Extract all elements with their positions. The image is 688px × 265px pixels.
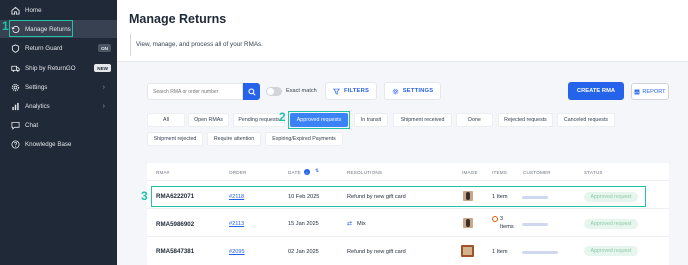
table-row-rma[interactable]: RMA5986902 (156, 221, 194, 228)
chevron-right-icon: › (102, 83, 105, 91)
new-badge: NEW (94, 64, 111, 72)
table-row-resolution: Refund by new gift card (347, 249, 406, 255)
col-header-rma[interactable]: RMA# (156, 170, 170, 175)
table-row-date: 02 Jan 2025 (288, 249, 319, 255)
table-row-items: 1 Item (492, 249, 508, 255)
create-rma-button[interactable]: CREATE RMA (568, 82, 624, 100)
col-header-customer: CUSTOMER (523, 170, 551, 175)
report-label: REPORT (642, 88, 666, 95)
tab-in-transit[interactable]: In transit (354, 113, 388, 127)
page-title: Manage Returns (129, 12, 227, 26)
sidebar-item-label: Return Guard (25, 44, 63, 52)
sidebar-item-ship-by-returngo[interactable]: Ship by ReturnGO NEW (0, 59, 117, 77)
sidebar-item-label: Ship by ReturnGO (25, 64, 76, 72)
sidebar-item-label: Settings (25, 83, 48, 91)
table-row-resolution: Mix (357, 221, 366, 227)
step-marker-1: 1 (2, 19, 9, 33)
settings-button[interactable]: SETTINGS (384, 82, 441, 100)
customer-name-redacted (522, 223, 548, 226)
settings-label: SETTINGS (402, 88, 434, 94)
tab-done[interactable]: Done (456, 113, 493, 127)
product-image (461, 245, 474, 257)
table-row-order-link[interactable]: #2095 (229, 249, 245, 255)
table-row-rma[interactable]: RMA5847381 (156, 248, 194, 255)
gear-icon (11, 83, 20, 92)
filter-icon (332, 88, 340, 95)
status-badge: Approved request (584, 246, 638, 256)
sidebar: Home Manage Returns Return Guard ON Ship… (0, 0, 117, 265)
sidebar-item-return-guard[interactable]: Return Guard ON (0, 39, 117, 57)
step-marker-2: 2 (279, 110, 286, 124)
report-button[interactable]: REPORT (631, 83, 669, 100)
customer-name-redacted (522, 251, 558, 254)
col-header-image: IMAGE (462, 170, 478, 175)
sidebar-item-label: Home (25, 6, 42, 14)
highlight-approved-tab (288, 111, 350, 129)
table-row-items-count: 3 (500, 216, 504, 222)
sidebar-item-label: Analytics (25, 102, 50, 110)
row-divider (147, 208, 669, 209)
sidebar-item-knowledge-base[interactable]: Knowledge Base (0, 135, 117, 153)
col-header-status: STATUS (584, 170, 603, 175)
tab-shipment-rejected[interactable]: Shipment rejected (147, 132, 203, 146)
search-input[interactable] (147, 83, 243, 100)
chat-icon (11, 121, 20, 130)
tab-canceled-requests[interactable]: Canceled requests (557, 113, 615, 127)
step-marker-3: 3 (141, 189, 148, 203)
shield-icon (11, 43, 20, 53)
on-badge: ON (98, 44, 111, 52)
chevron-right-icon: › (102, 102, 105, 110)
col-header-date[interactable]: DATE (288, 170, 301, 175)
highlight-row-1 (151, 186, 646, 207)
sidebar-item-chat[interactable]: Chat (0, 116, 117, 134)
highlight-manage-returns (9, 20, 73, 37)
sidebar-item-label: Chat (25, 121, 39, 129)
truck-icon (11, 64, 20, 73)
home-icon (11, 6, 20, 15)
product-image (463, 218, 473, 228)
subtitle-divider (130, 34, 131, 56)
page-subtitle: View, manage, and process all of your RM… (136, 41, 263, 48)
exact-match-label: Exact match (286, 88, 317, 94)
header-divider (147, 180, 669, 181)
clock-icon (492, 216, 498, 222)
sidebar-item-home[interactable]: Home (0, 1, 117, 19)
mix-resolution-icon: ⇄ (347, 221, 353, 227)
sidebar-item-analytics[interactable]: Analytics › (0, 97, 117, 115)
chart-icon (11, 102, 20, 111)
tab-pending-requests[interactable]: Pending requests (233, 113, 285, 127)
tab-all[interactable]: All (147, 113, 185, 127)
exact-match-toggle[interactable] (266, 87, 282, 96)
tab-require-attention[interactable]: Require attention (207, 132, 261, 146)
sidebar-item-settings[interactable]: Settings › (0, 78, 117, 96)
filters-label: FILTERS (343, 88, 370, 94)
col-header-order[interactable]: ORDER (229, 170, 247, 175)
status-badge: Approved request (584, 219, 638, 229)
tab-shipment-received[interactable]: Shipment received (393, 113, 452, 127)
page-header: Manage Returns (117, 0, 688, 62)
table-row-date: 15 Jan 2025 (288, 221, 319, 227)
help-icon (11, 139, 20, 149)
sidebar-item-label: Knowledge Base (25, 140, 72, 148)
sort-icon[interactable]: ⇅ (315, 168, 319, 174)
tab-open-rmas[interactable]: Open RMAs (188, 113, 229, 127)
col-header-items: ITEMS (492, 170, 508, 175)
search-icon (247, 87, 256, 96)
report-icon (634, 89, 640, 94)
tab-rejected-requests[interactable]: Rejected requests (498, 113, 553, 127)
table-row-order-link[interactable]: #2113 (229, 221, 244, 227)
search-button[interactable] (243, 83, 260, 100)
filters-button[interactable]: FILTERS (325, 82, 377, 100)
col-header-resolutions: RESOLUTIONS (347, 170, 383, 175)
gear-icon (392, 88, 399, 94)
table-row-items-label: Items (500, 224, 514, 230)
row-divider (147, 236, 669, 237)
info-icon[interactable]: i (304, 169, 310, 175)
tab-expiring-expired-payments[interactable]: Expiring/Expired Payments (265, 132, 343, 146)
